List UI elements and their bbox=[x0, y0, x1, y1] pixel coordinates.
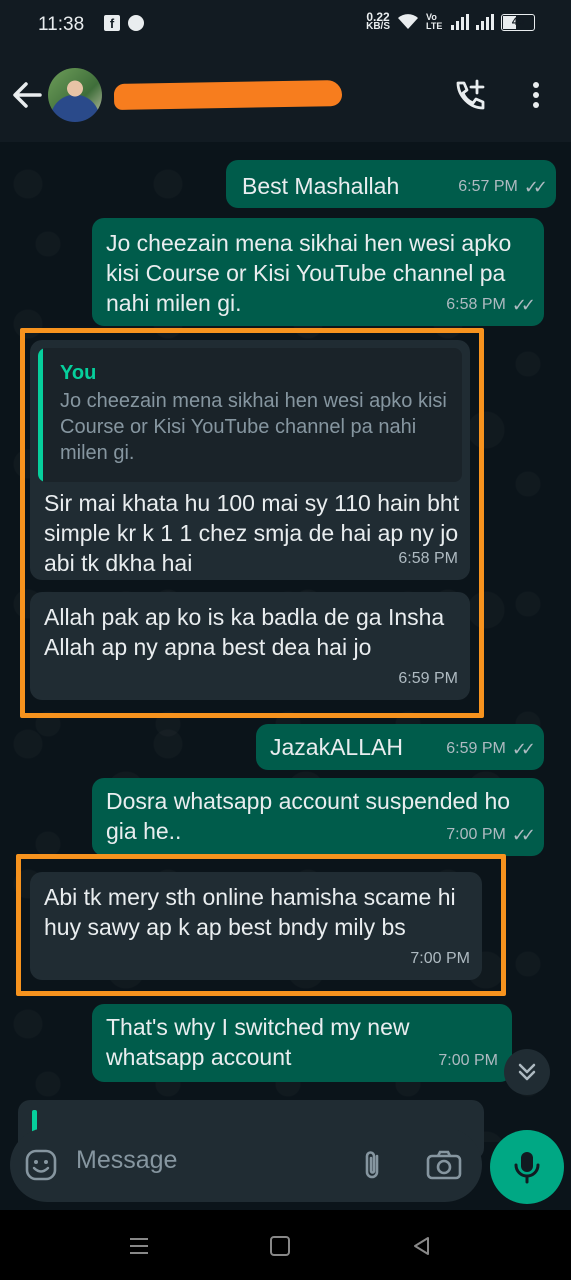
message-input[interactable]: Message bbox=[76, 1146, 177, 1175]
signal-icon bbox=[451, 14, 469, 30]
message-text: JazakALLAH bbox=[270, 734, 403, 760]
add-call-icon[interactable] bbox=[452, 78, 486, 112]
highlight-box bbox=[20, 328, 484, 718]
facebook-icon: f bbox=[104, 15, 120, 31]
system-nav-bar bbox=[0, 1210, 571, 1280]
signal-icon-2 bbox=[476, 14, 494, 30]
attach-icon[interactable] bbox=[355, 1148, 389, 1182]
network-speed: 0.22 KB/S bbox=[366, 10, 390, 32]
recent-apps-icon[interactable] bbox=[128, 1236, 150, 1256]
emoji-icon[interactable] bbox=[24, 1148, 58, 1182]
message-outgoing[interactable]: That's why I switched my new whatsapp ac… bbox=[92, 1004, 512, 1082]
chat-area[interactable]: Best Mashallah 6:57 PM ✓✓ Jo cheezain men… bbox=[0, 142, 571, 1160]
message-composer[interactable]: Message bbox=[10, 1128, 482, 1202]
read-ticks-icon: ✓✓ bbox=[511, 825, 536, 845]
message-outgoing[interactable]: Jo cheezain mena sikhai hen wesi apko ki… bbox=[92, 218, 544, 326]
message-outgoing[interactable]: JazakALLAH 6:59 PM ✓✓ bbox=[256, 724, 544, 770]
highlight-box bbox=[16, 854, 506, 996]
battery-icon: 40 bbox=[501, 13, 535, 31]
chat-header bbox=[0, 50, 571, 142]
scroll-to-bottom-button[interactable] bbox=[504, 1049, 550, 1095]
wifi-icon bbox=[398, 14, 418, 29]
read-ticks-icon: ✓✓ bbox=[523, 177, 548, 197]
messenger-icon bbox=[128, 15, 144, 31]
more-vert-icon[interactable] bbox=[526, 80, 546, 110]
chevron-double-down-icon bbox=[518, 1063, 536, 1081]
message-meta: 6:57 PM ✓✓ bbox=[458, 172, 548, 202]
mic-button[interactable] bbox=[490, 1130, 564, 1204]
avatar[interactable] bbox=[48, 68, 102, 122]
message-meta: 6:59 PM ✓✓ bbox=[446, 734, 536, 764]
message-outgoing[interactable]: Best Mashallah 6:57 PM ✓✓ bbox=[226, 160, 556, 208]
message-outgoing[interactable]: Dosra whatsapp account suspended ho gia … bbox=[92, 778, 544, 856]
mic-icon bbox=[514, 1152, 540, 1184]
message-meta: 6:58 PM ✓✓ bbox=[446, 290, 536, 320]
message-text: Best Mashallah bbox=[242, 173, 400, 199]
contact-name-redacted[interactable] bbox=[113, 80, 343, 110]
message-meta: 7:00 PM bbox=[438, 1052, 498, 1069]
home-icon[interactable] bbox=[270, 1236, 290, 1256]
notification-icons: f bbox=[104, 15, 144, 31]
camera-icon[interactable] bbox=[425, 1148, 463, 1182]
message-meta: 7:00 PM ✓✓ bbox=[446, 820, 536, 850]
read-ticks-icon: ✓✓ bbox=[511, 739, 536, 759]
read-ticks-icon: ✓✓ bbox=[511, 295, 536, 315]
volte-label: Vo LTE bbox=[426, 12, 443, 31]
back-arrow-icon[interactable] bbox=[10, 78, 44, 112]
status-time: 11:38 bbox=[38, 14, 85, 35]
status-right: 0.22 KB/S Vo LTE 40 bbox=[366, 10, 535, 32]
status-bar: 11:38 f 0.22 KB/S Vo LTE 40 bbox=[0, 0, 571, 50]
nav-back-icon[interactable] bbox=[410, 1235, 432, 1257]
